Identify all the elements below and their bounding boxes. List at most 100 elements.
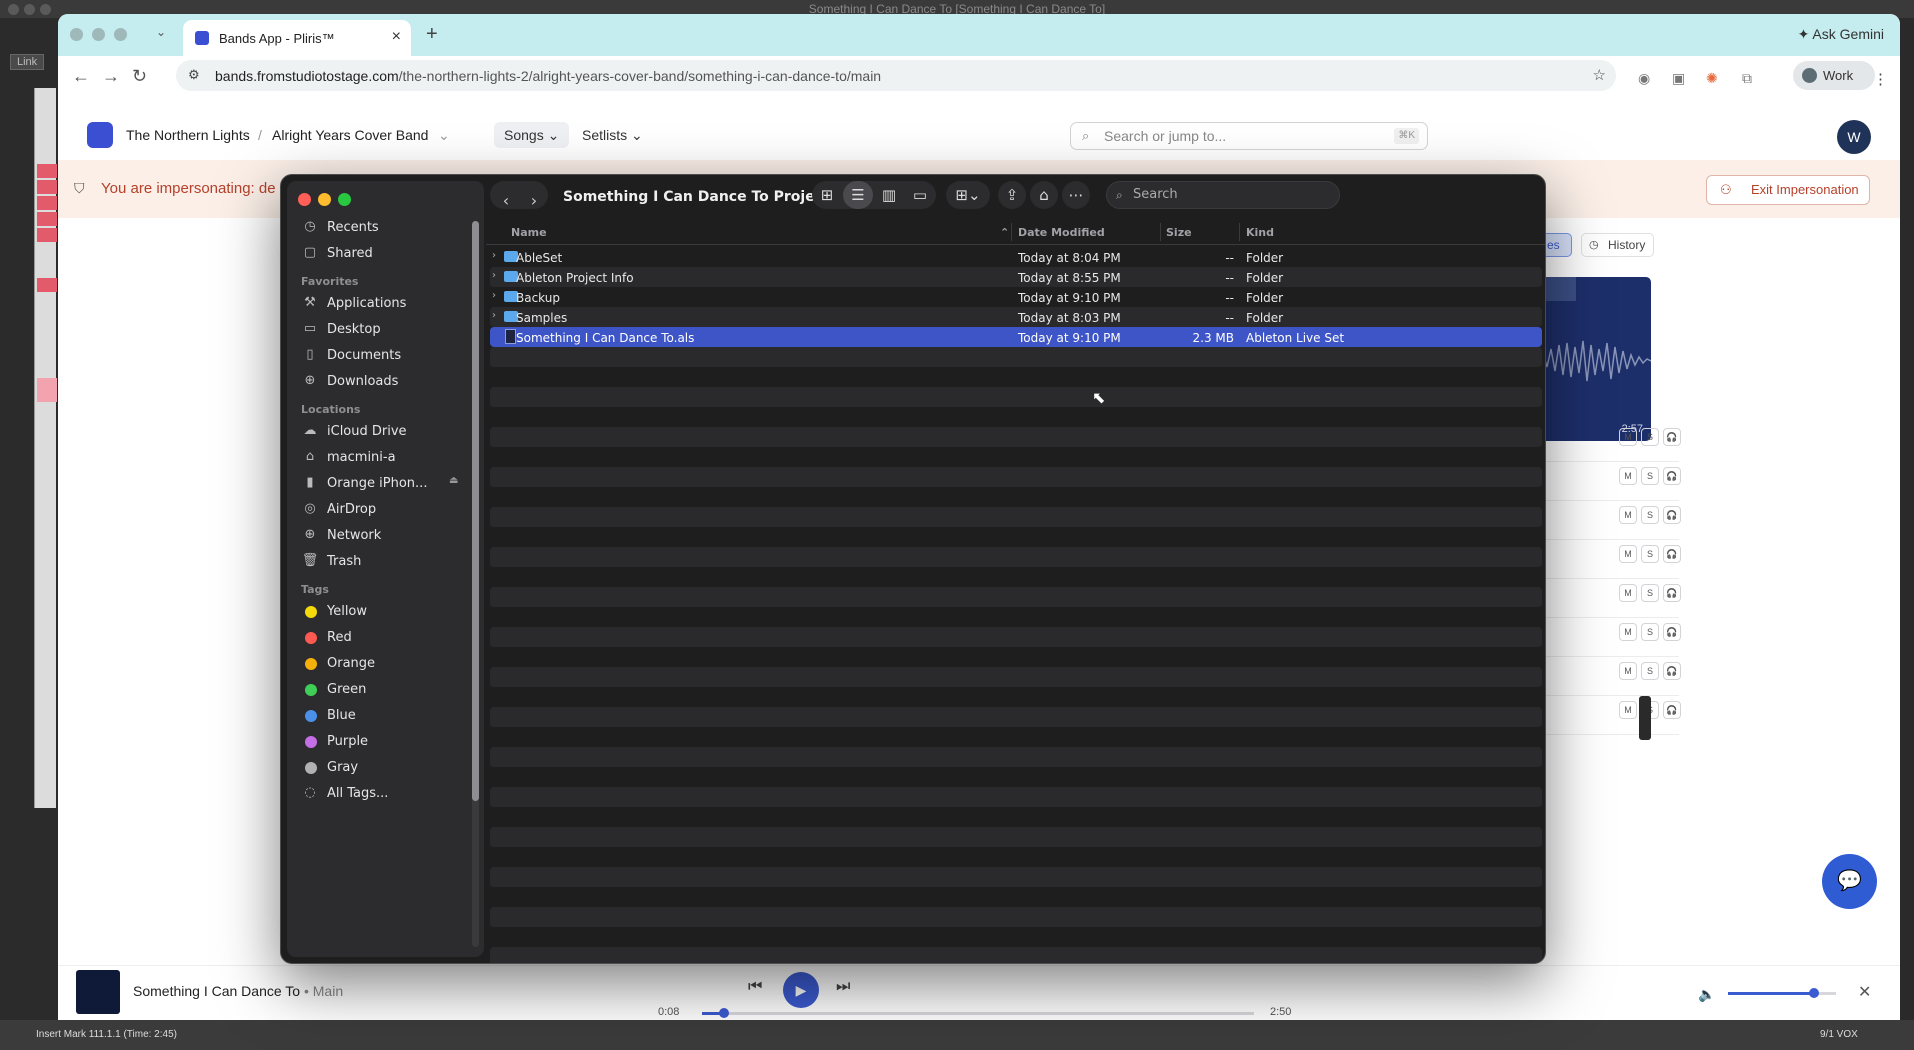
list-view-icon[interactable]: ☰	[843, 181, 873, 209]
chat-button[interactable]: 💬	[1822, 854, 1877, 909]
url-text[interactable]: bands.fromstudiotostage.com/the-northern…	[215, 68, 881, 84]
reload-icon[interactable]: ↻	[132, 66, 147, 87]
column-date[interactable]: Date Modified	[1018, 226, 1105, 239]
waveform[interactable]: 2:57	[1539, 277, 1651, 441]
volume-icon[interactable]: 🔈	[1698, 986, 1715, 1003]
window-zoom-dot[interactable]	[114, 28, 127, 41]
mute-button[interactable]: M	[1619, 662, 1637, 680]
zoom-dot[interactable]	[338, 193, 351, 206]
clip-slot[interactable]	[37, 228, 57, 242]
browser-tab[interactable]: Bands App - Pliris™ ×	[183, 20, 411, 56]
tag-icon[interactable]: ⌂	[1030, 181, 1058, 209]
clip-slot[interactable]	[37, 196, 57, 210]
profile-button[interactable]: Work	[1793, 61, 1875, 90]
mute-button[interactable]: M	[1619, 584, 1637, 602]
mute-button[interactable]: M	[1619, 467, 1637, 485]
avatar[interactable]: W	[1837, 120, 1871, 154]
bookmark-star-icon[interactable]: ☆	[1593, 66, 1606, 84]
extension-icon[interactable]: ✺	[1706, 70, 1718, 87]
finder-search-input[interactable]: ⌕ Search	[1106, 181, 1340, 209]
solo-button[interactable]: S	[1641, 545, 1659, 563]
column-divider[interactable]	[1239, 223, 1240, 241]
window-minimize-dot[interactable]	[92, 28, 105, 41]
forward-icon[interactable]: →	[102, 66, 120, 87]
window-minimize-dot[interactable]	[24, 4, 35, 15]
column-size[interactable]: Size	[1166, 226, 1192, 239]
mute-button[interactable]: M	[1619, 545, 1637, 563]
eject-icon[interactable]: ⏏	[449, 475, 458, 486]
clip-slot[interactable]	[37, 212, 57, 226]
link-button[interactable]: Link	[10, 54, 45, 70]
column-name[interactable]: Name	[511, 226, 547, 239]
chevron-down-icon[interactable]: ⌄	[438, 127, 450, 144]
headphones-button[interactable]: 🎧	[1663, 467, 1681, 485]
mute-button[interactable]: M	[1619, 506, 1637, 524]
address-bar[interactable]: ⚙ bands.fromstudiotostage.com/the-northe…	[176, 60, 1616, 91]
disclosure-chevron-icon[interactable]: ›	[492, 290, 496, 301]
volume-slider[interactable]	[1728, 988, 1836, 998]
disclosure-chevron-icon[interactable]: ›	[492, 310, 496, 321]
tab-search-chevron-icon[interactable]: ⌄	[156, 25, 166, 39]
solo-button[interactable]: S	[1641, 584, 1659, 602]
solo-button[interactable]: S	[1641, 506, 1659, 524]
sidebar-scrollbar[interactable]	[472, 221, 479, 947]
forward-icon[interactable]: ›	[520, 187, 548, 215]
exit-impersonation-button[interactable]: ⚇ Exit Impersonation	[1706, 175, 1870, 205]
headphones-button[interactable]: 🎧	[1663, 428, 1681, 446]
window-zoom-dot[interactable]	[40, 4, 51, 15]
scroll-handle[interactable]	[1639, 696, 1651, 740]
volume-knob[interactable]	[1809, 988, 1820, 998]
puzzle-icon[interactable]: ⧉	[1742, 70, 1752, 87]
disclosure-chevron-icon[interactable]: ›	[492, 270, 496, 281]
nav-songs[interactable]: Songs ⌄	[494, 122, 570, 148]
previous-icon[interactable]: ⏮	[748, 978, 762, 996]
breadcrumb-org[interactable]: The Northern Lights	[126, 127, 250, 143]
file-row[interactable]: › Ableton Project Info Today at 8:55 PM -- F…	[490, 267, 1542, 287]
sort-chevron-icon[interactable]: ⌃	[1000, 226, 1009, 239]
headphones-button[interactable]: 🎧	[1663, 701, 1681, 719]
clip-slot[interactable]	[37, 378, 57, 402]
column-divider[interactable]	[1160, 223, 1161, 241]
disclosure-chevron-icon[interactable]: ›	[492, 250, 496, 261]
clip-slot[interactable]	[37, 278, 57, 292]
mute-button[interactable]: M	[1619, 701, 1637, 719]
window-close-dot[interactable]	[8, 4, 19, 15]
file-row[interactable]: › AbleSet Today at 8:04 PM -- Folder	[490, 247, 1542, 267]
scrollbar-thumb[interactable]	[472, 221, 479, 801]
group-by-icon[interactable]: ⊞⌄	[946, 181, 990, 209]
close-dot[interactable]	[298, 193, 311, 206]
headphones-button[interactable]: 🎧	[1663, 584, 1681, 602]
new-tab-icon[interactable]: +	[426, 23, 438, 46]
next-icon[interactable]: ⏭	[836, 978, 850, 996]
camera-icon[interactable]: ▣	[1672, 70, 1685, 87]
headphones-button[interactable]: 🎧	[1663, 623, 1681, 641]
minimize-dot[interactable]	[318, 193, 331, 206]
share-icon[interactable]: ⇪	[998, 181, 1026, 209]
file-row[interactable]: Something I Can Dance To.als Today at 9:1…	[490, 327, 1542, 347]
icon-view-icon[interactable]: ⊞	[812, 181, 842, 209]
file-row[interactable]: › Backup Today at 9:10 PM -- Folder	[490, 287, 1542, 307]
column-kind[interactable]: Kind	[1246, 226, 1274, 239]
solo-button[interactable]: S	[1641, 428, 1659, 446]
headphones-button[interactable]: 🎧	[1663, 506, 1681, 524]
ask-gemini-button[interactable]: ✦ Ask Gemini	[1798, 26, 1884, 43]
mute-button[interactable]: M	[1619, 623, 1637, 641]
solo-button[interactable]: S	[1641, 623, 1659, 641]
solo-button[interactable]: S	[1641, 467, 1659, 485]
more-icon[interactable]: ⋯	[1062, 181, 1090, 209]
gallery-view-icon[interactable]: ▭	[905, 181, 935, 209]
progress-knob[interactable]	[719, 1008, 730, 1018]
progress-slider[interactable]	[702, 1008, 1254, 1018]
back-icon[interactable]: ‹	[492, 187, 520, 215]
file-row[interactable]: › Samples Today at 8:03 PM -- Folder	[490, 307, 1542, 327]
app-search-input[interactable]: ⌕ Search or jump to... ⌘K	[1070, 122, 1428, 150]
nav-setlists[interactable]: Setlists ⌄	[572, 122, 653, 148]
app-logo[interactable]	[87, 122, 113, 148]
play-button[interactable]: ▶	[783, 972, 819, 1008]
clip-slot[interactable]	[37, 164, 57, 178]
mute-button[interactable]: M	[1619, 428, 1637, 446]
column-divider[interactable]	[1011, 223, 1012, 241]
headphones-button[interactable]: 🎧	[1663, 545, 1681, 563]
back-icon[interactable]: ←	[72, 66, 90, 87]
column-view-icon[interactable]: ▥	[874, 181, 904, 209]
